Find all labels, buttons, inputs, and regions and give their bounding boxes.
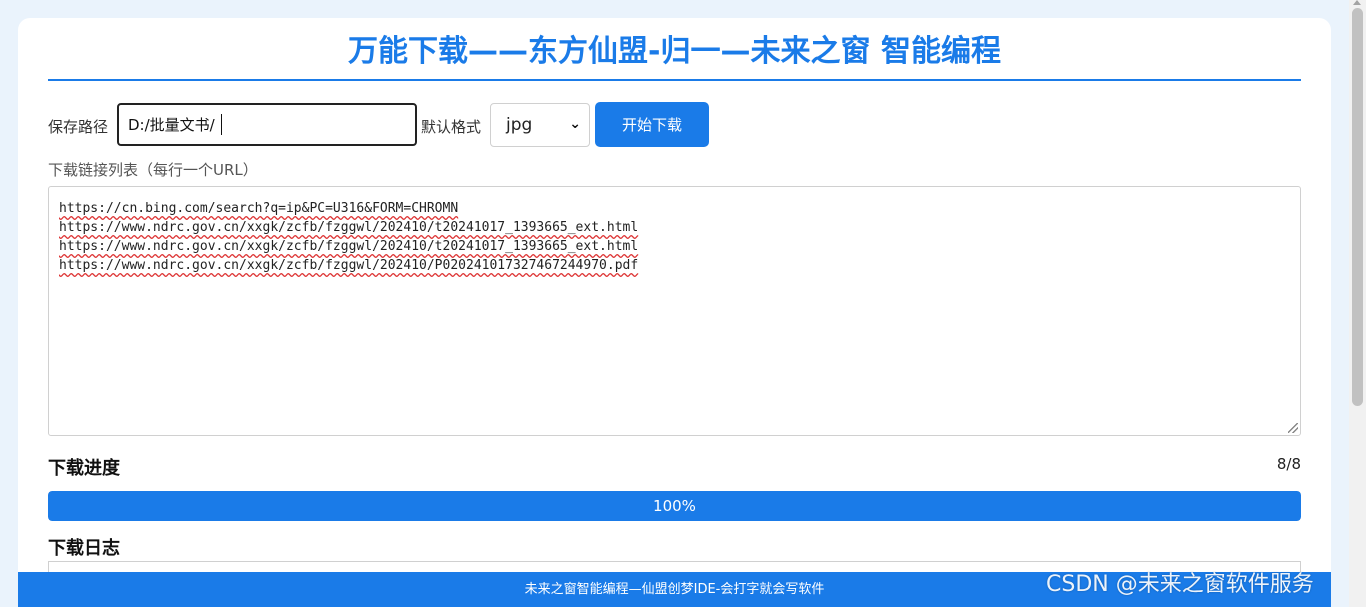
save-path-input[interactable] <box>117 103 417 146</box>
page-title: 万能下载——东方仙盟-归一—未来之窗 智能编程 <box>348 34 1001 69</box>
url-line: https://www.ndrc.gov.cn/xxgk/zcfb/fzggwl… <box>59 258 639 273</box>
format-select[interactable]: jpg ⌄ <box>490 103 590 147</box>
resize-grip-icon[interactable] <box>1288 423 1298 433</box>
default-format-label: 默认格式 <box>421 118 482 136</box>
start-download-button[interactable]: 开始下载 <box>595 102 709 147</box>
format-selected-value: jpg <box>506 115 533 135</box>
url-line: https://www.ndrc.gov.cn/xxgk/zcfb/fzggwl… <box>59 239 639 254</box>
save-path-label: 保存路径 <box>48 118 109 136</box>
scroll-up-icon[interactable] <box>1353 0 1361 5</box>
progress-count: 8/8 <box>1276 455 1301 473</box>
title-divider <box>48 79 1301 81</box>
watermark: CSDN @未来之窗软件服务 <box>1046 572 1314 597</box>
page-scrollbar[interactable] <box>1349 0 1366 607</box>
url-list-textarea[interactable]: https://cn.bing.com/search?q=ip&PC=U316&… <box>48 186 1301 436</box>
url-list-label: 下载链接列表（每行一个URL） <box>48 161 258 179</box>
chevron-down-icon: ⌄ <box>569 116 581 132</box>
url-line: https://cn.bing.com/search?q=ip&PC=U316&… <box>59 201 459 216</box>
log-heading: 下载日志 <box>48 538 120 559</box>
progress-heading: 下载进度 <box>48 458 120 479</box>
progress-percent: 100% <box>653 497 696 515</box>
url-line: https://www.ndrc.gov.cn/xxgk/zcfb/fzggwl… <box>59 220 639 235</box>
progress-bar: 100% <box>48 491 1301 521</box>
text-caret <box>221 114 222 135</box>
scroll-thumb[interactable] <box>1352 8 1363 406</box>
